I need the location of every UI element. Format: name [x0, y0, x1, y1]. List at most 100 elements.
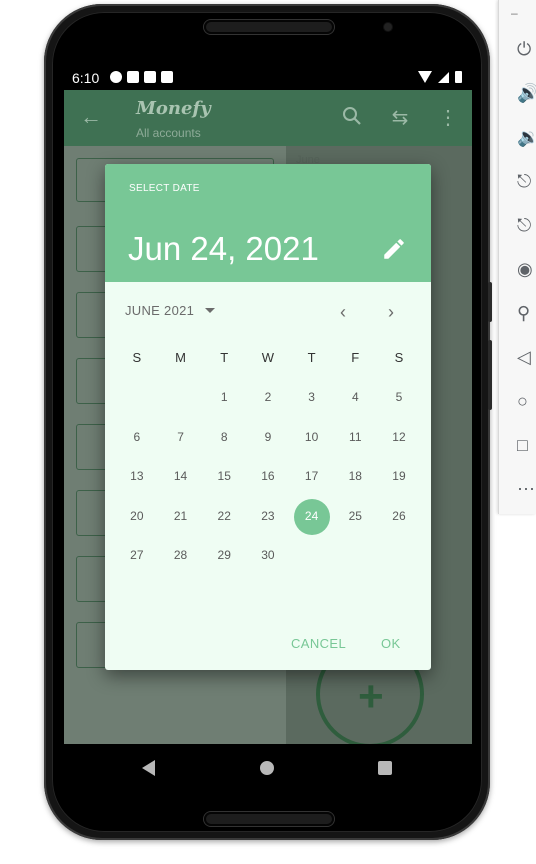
status-right-icons [418, 71, 462, 83]
calendar-week: 27 28 29 30 [115, 536, 421, 576]
day-cell[interactable]: 3 [290, 378, 334, 418]
back-icon[interactable]: ◁ [517, 346, 536, 368]
weekday-label: T [307, 350, 316, 365]
day-cell[interactable]: 15 [202, 457, 246, 497]
rotate-right-icon[interactable]: ⎋ [517, 214, 536, 236]
play-icon [110, 71, 122, 83]
emulator-toolbar: – ⏻ 🔊 🔉 ⎋ ⎋ ◉ ⚲ ◁ ○ □ ⋯ [498, 0, 536, 514]
day-cell[interactable]: 23 [246, 497, 290, 537]
swap-icon[interactable]: ⇆ [388, 106, 412, 130]
rotate-left-icon[interactable]: ⎋ [517, 170, 536, 192]
battery-icon [455, 71, 462, 83]
plus-icon: + [358, 672, 384, 721]
cancel-button[interactable]: CANCEL [291, 636, 346, 651]
day-cell[interactable]: 4 [333, 378, 377, 418]
calendar-week: 6 7 8 9 10 11 12 [115, 418, 421, 458]
weekday-label: W [261, 350, 275, 365]
day-cell[interactable]: 10 [290, 418, 334, 458]
volume-up-icon[interactable]: 🔊 [517, 82, 536, 104]
day-cell[interactable]: 13 [115, 457, 159, 497]
zoom-icon[interactable]: ⚲ [517, 302, 536, 324]
arrow-left-icon[interactable]: ← [78, 104, 104, 130]
search-icon[interactable] [340, 106, 364, 132]
day-cell[interactable]: 8 [202, 418, 246, 458]
day-number: 9 [264, 429, 272, 444]
day-cell[interactable]: 29 [202, 536, 246, 576]
weekday-label: S [132, 350, 142, 365]
selected-date-text: Jun 24, 2021 [128, 230, 319, 267]
calendar-week: 1 2 3 4 5 [115, 378, 421, 418]
bottom-speaker [204, 812, 334, 826]
day-number: 18 [348, 469, 362, 484]
notification-icon [144, 71, 156, 83]
day-number: 8 [220, 429, 228, 444]
day-cell[interactable]: 25 [333, 497, 377, 537]
overview-icon[interactable]: □ [517, 434, 536, 456]
minimize-button[interactable]: – [511, 6, 518, 20]
empty-day-cell [377, 536, 421, 576]
day-number: 4 [351, 390, 359, 404]
day-cell[interactable]: 18 [333, 457, 377, 497]
day-cell[interactable]: 26 [377, 497, 421, 537]
dialog-actions: CANCEL OK [105, 624, 431, 664]
empty-day-cell [333, 536, 377, 576]
day-cell[interactable]: 22 [202, 497, 246, 537]
selected-day-cell[interactable]: 24 [290, 497, 334, 537]
weekday-label: F [351, 350, 360, 365]
day-cell[interactable]: 12 [377, 418, 421, 458]
day-number: 16 [261, 469, 275, 484]
home-icon[interactable]: ○ [517, 390, 536, 412]
day-cell[interactable]: 6 [115, 418, 159, 458]
day-number: 29 [217, 548, 231, 563]
day-cell[interactable]: 28 [159, 536, 203, 576]
front-camera [384, 23, 392, 31]
back-triangle-icon[interactable] [142, 760, 155, 776]
account-subtitle[interactable]: All accounts [136, 126, 201, 140]
calendar-week: 13 14 15 16 17 18 19 [115, 457, 421, 497]
day-cell[interactable]: 27 [115, 536, 159, 576]
volume-side-button [488, 282, 492, 322]
wifi-icon [418, 71, 432, 83]
day-cell[interactable]: 2 [246, 378, 290, 418]
weekday-label: M [175, 350, 186, 365]
day-number: 19 [392, 469, 406, 484]
day-cell[interactable]: 11 [333, 418, 377, 458]
a-icon [127, 71, 139, 83]
day-cell[interactable]: 21 [159, 497, 203, 537]
previous-month-icon[interactable]: ‹ [331, 300, 355, 324]
day-number: 3 [308, 390, 315, 404]
day-cell[interactable]: 7 [159, 418, 203, 458]
more-icon[interactable]: ⋯ [517, 478, 536, 500]
day-number: 1 [220, 390, 228, 404]
day-cell[interactable]: 14 [159, 457, 203, 497]
dropdown-caret-icon[interactable] [205, 308, 215, 313]
day-cell[interactable]: 5 [377, 378, 421, 418]
day-number: 6 [133, 429, 141, 444]
day-cell[interactable]: 1 [202, 378, 246, 418]
home-circle-icon[interactable] [260, 761, 274, 775]
pencil-icon[interactable] [381, 236, 407, 262]
camera-icon[interactable]: ◉ [517, 258, 536, 280]
volume-down-icon[interactable]: 🔉 [517, 126, 536, 148]
calendar-grid: SMTWTFS 1 2 3 4 5 6 7 8 9 10 11 12 13 14 15 16 17 18 19 20 2… [115, 338, 421, 576]
day-cell[interactable]: 20 [115, 497, 159, 537]
recents-square-icon[interactable] [378, 761, 392, 775]
day-number: 13 [130, 469, 144, 484]
more-vert-icon[interactable]: ⋮ [436, 106, 460, 130]
power-side-button [488, 340, 492, 410]
ok-button[interactable]: OK [381, 636, 401, 651]
day-cell[interactable]: 30 [246, 536, 290, 576]
day-number: 22 [217, 508, 231, 523]
day-number: 24 [304, 508, 319, 523]
day-cell[interactable]: 16 [246, 457, 290, 497]
day-number: 11 [349, 429, 362, 444]
weekday-label: S [394, 350, 404, 365]
day-number: 7 [177, 429, 184, 444]
day-cell[interactable]: 17 [290, 457, 334, 497]
day-cell[interactable]: 19 [377, 457, 421, 497]
day-cell[interactable]: 9 [246, 418, 290, 458]
month-year-dropdown[interactable]: JUNE 2021 [125, 303, 194, 318]
next-month-icon[interactable]: › [379, 300, 403, 324]
power-icon[interactable]: ⏻ [517, 38, 536, 60]
day-number: 30 [261, 548, 275, 563]
